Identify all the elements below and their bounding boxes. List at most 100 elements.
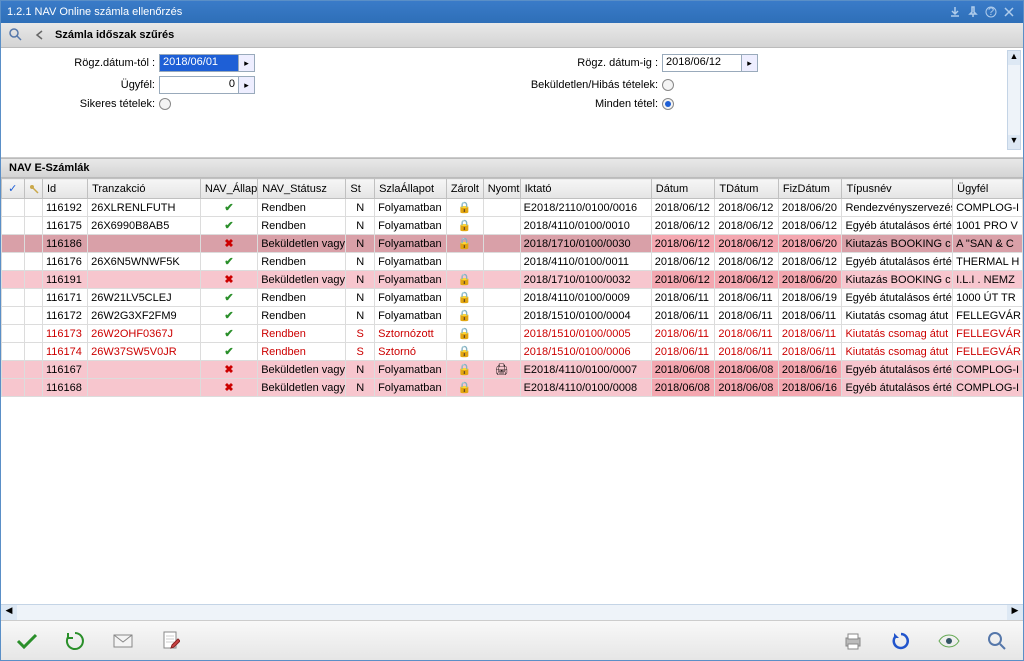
cell-datum: 2018/06/11 (651, 343, 715, 361)
col-iktato[interactable]: Iktató (520, 179, 651, 199)
help-icon[interactable]: ? (983, 4, 999, 20)
cell-st: N (346, 379, 375, 397)
table-row[interactable]: 11617526X6990B8AB5✔RendbenNFolyamatban🔒2… (2, 217, 1023, 235)
cell-fizdatum: 2018/06/12 (778, 253, 842, 271)
col-id[interactable]: Id (42, 179, 87, 199)
col-datum[interactable]: Dátum (651, 179, 715, 199)
table-row[interactable]: 11617626X6N5WNWF5K✔RendbenNFolyamatban20… (2, 253, 1023, 271)
lock-icon: 🔒 (458, 346, 472, 358)
mail-button[interactable] (105, 626, 141, 656)
table-row[interactable]: 11617126W21LV5CLEJ✔RendbenNFolyamatban🔒2… (2, 289, 1023, 307)
col-tipusnev[interactable]: Típusnév (842, 179, 953, 199)
confirm-button[interactable] (9, 626, 45, 656)
cell-nav-statusz: Rendben (258, 289, 346, 307)
chevron-left-icon[interactable] (31, 26, 49, 44)
table-row[interactable]: 116168✖Beküldetlen vagyNFolyamatban🔒E201… (2, 379, 1023, 397)
col-zarolt[interactable]: Zárolt (446, 179, 483, 199)
check-icon: ✔ (224, 328, 233, 340)
col-nav-statusz[interactable]: NAV_Státusz (258, 179, 346, 199)
cell-tipusnev: Egyéb átutalásos érté (842, 361, 953, 379)
table-row[interactable]: 11617226W2G3XF2FM9✔RendbenNFolyamatban🔒2… (2, 307, 1023, 325)
cell-szlaallapot: Folyamatban (375, 379, 447, 397)
cell-nyom: 🖨 (483, 361, 520, 379)
col-check[interactable]: ✓ (2, 179, 25, 199)
search-icon[interactable] (7, 26, 25, 44)
pin-icon[interactable] (965, 4, 981, 20)
cell-id: 116168 (42, 379, 87, 397)
cell-szlaallapot: Folyamatban (375, 271, 447, 289)
table-header-row: ✓ Id Tranzakció NAV_Állap NAV_Státusz St… (2, 179, 1023, 199)
cell-nav-allap: ✔ (200, 289, 257, 307)
scroll-down-icon[interactable]: ▼ (1008, 135, 1020, 149)
sikeres-radio[interactable] (159, 98, 171, 110)
cell-nav-statusz: Rendben (258, 325, 346, 343)
cell-szlaallapot: Sztornó (375, 343, 447, 361)
col-tdatum[interactable]: TDátum (715, 179, 779, 199)
date-from-picker-icon[interactable]: ▸ (239, 54, 255, 72)
eye-button[interactable] (931, 626, 967, 656)
cell-tipusnev: Kiutazás BOOKING c (842, 235, 953, 253)
cross-icon: ✖ (224, 238, 233, 250)
refresh-button[interactable] (883, 626, 919, 656)
col-nyom[interactable]: Nyomt (483, 179, 520, 199)
date-to-input[interactable]: 2018/06/12 (662, 54, 742, 72)
cell-nav-allap: ✔ (200, 253, 257, 271)
cell-tipusnev: Kiutatás csomag átut (842, 325, 953, 343)
bekuldetlen-radio[interactable] (662, 79, 674, 91)
filter-scrollbar[interactable]: ▲ ▼ (1007, 50, 1021, 150)
cell-datum: 2018/06/11 (651, 307, 715, 325)
date-from-input[interactable]: 2018/06/01 (159, 54, 239, 72)
invoice-table[interactable]: ✓ Id Tranzakció NAV_Állap NAV_Státusz St… (1, 178, 1023, 397)
cell-ugyfel: 1000 ÚT TR (953, 289, 1023, 307)
cell-iktato: 2018/1510/0100/0006 (520, 343, 651, 361)
cell-nav-statusz: Beküldetlen vagy (258, 271, 346, 289)
cell-ugyfel: FELLEGVÁR (953, 343, 1023, 361)
table-row[interactable]: 11619226XLRENLFUTH✔RendbenNFolyamatban🔒E… (2, 199, 1023, 217)
cell-tranzakcio: 26X6990B8AB5 (88, 217, 201, 235)
cell-id: 116175 (42, 217, 87, 235)
check-icon: ✔ (224, 292, 233, 304)
table-row[interactable]: 116167✖Beküldetlen vagyNFolyamatban🔒🖨E20… (2, 361, 1023, 379)
recycle-button[interactable] (57, 626, 93, 656)
col-nav-allap[interactable]: NAV_Állap (200, 179, 257, 199)
table-row[interactable]: 116186✖Beküldetlen vagyNFolyamatban🔒2018… (2, 235, 1023, 253)
cell-zarolt: 🔒 (446, 379, 483, 397)
cell-id: 116174 (42, 343, 87, 361)
cell-tipusnev: Rendezvényszervezés (842, 199, 953, 217)
col-fizdatum[interactable]: FizDátum (778, 179, 842, 199)
ugyfel-picker-icon[interactable]: ▸ (239, 76, 255, 94)
scroll-right-icon[interactable]: ▶ (1007, 605, 1023, 620)
download-icon[interactable] (947, 4, 963, 20)
grid-hscrollbar[interactable]: ◀ ▶ (1, 604, 1023, 620)
col-ugyfel[interactable]: Ügyfél (953, 179, 1023, 199)
search-button[interactable] (979, 626, 1015, 656)
cell-tranzakcio: 26W37SW5V0JR (88, 343, 201, 361)
table-row[interactable]: 116191✖Beküldetlen vagyNFolyamatban🔒2018… (2, 271, 1023, 289)
cell-nav-allap: ✔ (200, 325, 257, 343)
col-tranzakcio[interactable]: Tranzakció (88, 179, 201, 199)
cell-fizdatum: 2018/06/20 (778, 271, 842, 289)
cell-id: 116191 (42, 271, 87, 289)
edit-button[interactable] (153, 626, 189, 656)
cell-tipusnev: Kiutatás csomag átut (842, 307, 953, 325)
table-row[interactable]: 11617326W2OHF0367J✔RendbenSSztornózott🔒2… (2, 325, 1023, 343)
cell-nav-allap: ✔ (200, 199, 257, 217)
cell-nav-allap: ✖ (200, 235, 257, 253)
minden-radio[interactable] (662, 98, 674, 110)
cell-szlaallapot: Folyamatban (375, 217, 447, 235)
filter-area: Rögz.dátum-tól : 2018/06/01 ▸ Rögz. dátu… (1, 48, 1023, 158)
cell-tranzakcio: 26W2G3XF2FM9 (88, 307, 201, 325)
cell-nav-statusz: Beküldetlen vagy (258, 235, 346, 253)
col-key[interactable] (24, 179, 42, 199)
table-row[interactable]: 11617426W37SW5V0JR✔RendbenSSztornó🔒2018/… (2, 343, 1023, 361)
date-to-picker-icon[interactable]: ▸ (742, 54, 758, 72)
print-button[interactable] (835, 626, 871, 656)
scroll-up-icon[interactable]: ▲ (1008, 51, 1020, 65)
col-szlaallapot[interactable]: SzlaÁllapot (375, 179, 447, 199)
col-st[interactable]: St (346, 179, 375, 199)
ugyfel-input[interactable]: 0 (159, 76, 239, 94)
scroll-left-icon[interactable]: ◀ (1, 605, 17, 620)
sikeres-label: Sikeres tételek: (9, 98, 159, 110)
cell-zarolt: 🔒 (446, 343, 483, 361)
close-icon[interactable] (1001, 4, 1017, 20)
